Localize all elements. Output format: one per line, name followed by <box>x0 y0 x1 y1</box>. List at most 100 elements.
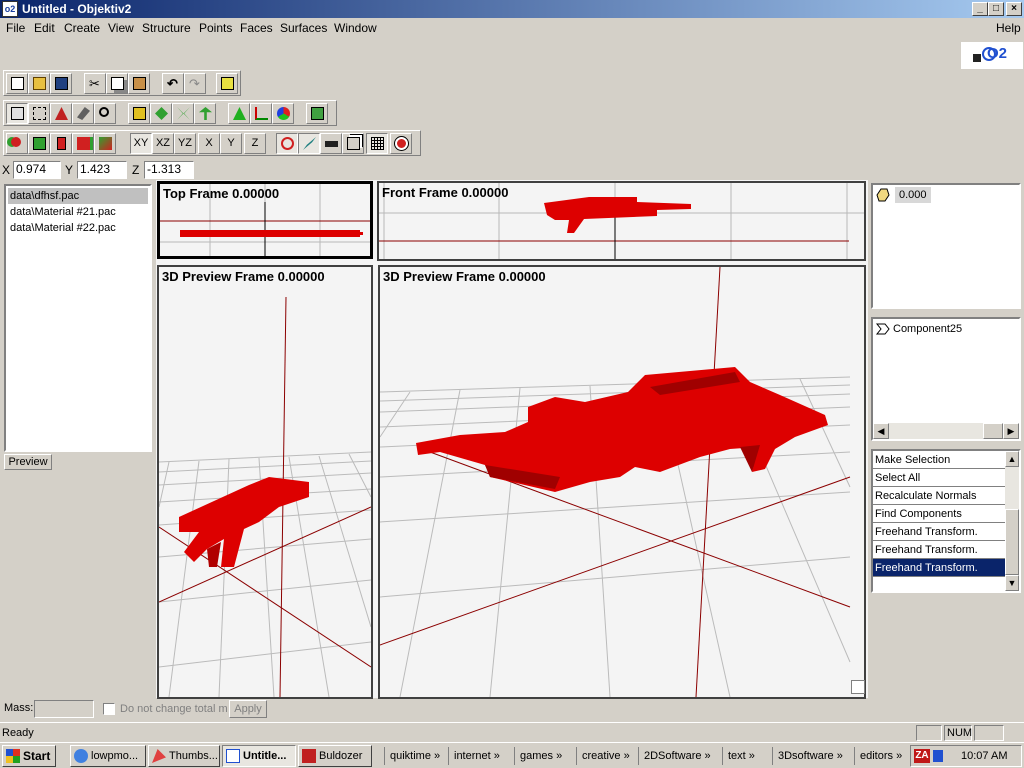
preview-left-viewport[interactable]: 3D Preview Frame 0.00000 <box>157 265 373 699</box>
menu-help[interactable]: Help <box>996 21 1021 35</box>
mass-field[interactable] <box>34 700 94 718</box>
copy-button[interactable] <box>106 73 128 94</box>
start-button[interactable]: Start <box>2 745 56 767</box>
undo-button[interactable]: ↶ <box>162 73 184 94</box>
file-item-1[interactable]: data\Material #21.pac <box>8 204 116 220</box>
history-item-3[interactable]: Find Components <box>873 505 1005 523</box>
menu-points[interactable]: Points <box>199 21 232 35</box>
menu-faces[interactable]: Faces <box>240 21 273 35</box>
toolbar-creative[interactable]: creative » <box>576 747 636 765</box>
task-lowpmo[interactable]: lowpmo... <box>70 745 146 767</box>
toolbar-3dsoftware[interactable]: 3Dsoftware » <box>772 747 852 765</box>
z-coordinate-field[interactable]: -1.313 <box>144 161 194 179</box>
paint-button[interactable] <box>298 133 320 154</box>
menu-surfaces[interactable]: Surfaces <box>280 21 327 35</box>
maximize-button[interactable]: □ <box>988 2 1004 16</box>
lod-list[interactable]: 0.000 <box>871 183 1021 309</box>
history-scroll-up[interactable]: ▲ <box>1005 451 1019 467</box>
history-item-6-selected[interactable]: Freehand Transform. <box>873 559 1005 577</box>
toolbar-text[interactable]: text » <box>722 747 770 765</box>
hide-button[interactable] <box>50 133 72 154</box>
history-scroll-thumb[interactable] <box>1005 509 1019 575</box>
redo-button[interactable]: ↷ <box>184 73 206 94</box>
component-list[interactable]: Component25 ◀ ▶ <box>871 317 1021 441</box>
task-untitled[interactable]: Untitle... <box>222 745 296 767</box>
preview-main-viewport[interactable]: 3D Preview Frame 0.00000 <box>378 265 866 699</box>
toolbar-internet[interactable]: internet » <box>448 747 512 765</box>
front-frame-viewport[interactable]: Front Frame 0.00000 <box>377 181 866 261</box>
view-xz-button[interactable]: XZ <box>152 133 174 154</box>
select-tool-button[interactable] <box>6 103 28 124</box>
file-list[interactable]: data\dfhsf.pac data\Material #21.pac dat… <box>4 184 152 452</box>
mirror-tool-button[interactable] <box>172 103 194 124</box>
snap-button[interactable] <box>390 133 412 154</box>
menu-file[interactable]: File <box>6 21 25 35</box>
grid-tool-button[interactable] <box>306 103 328 124</box>
flat-shade-button[interactable] <box>320 133 342 154</box>
cut-button[interactable]: ✂ <box>84 73 106 94</box>
open-button[interactable] <box>28 73 50 94</box>
view-x-button[interactable]: X <box>198 133 220 154</box>
paste-button[interactable] <box>128 73 150 94</box>
task-thumbs[interactable]: Thumbs... <box>148 745 220 767</box>
lasso-tool-button[interactable] <box>28 103 50 124</box>
scroll-left-button[interactable]: ◀ <box>873 423 889 439</box>
apply-button[interactable]: Apply <box>229 700 267 718</box>
scroll-thumb[interactable] <box>983 423 1003 439</box>
disable-button[interactable] <box>276 133 298 154</box>
menu-create[interactable]: Create <box>64 21 100 35</box>
toolbar-quiktime[interactable]: quiktime » <box>384 747 446 765</box>
menu-edit[interactable]: Edit <box>34 21 55 35</box>
zoom-tool-button[interactable] <box>94 103 116 124</box>
lock-red-button[interactable] <box>6 133 28 154</box>
file-item-2[interactable]: data\Material #22.pac <box>8 220 116 236</box>
lock-green-button[interactable] <box>28 133 50 154</box>
history-item-4[interactable]: Freehand Transform. <box>873 523 1005 541</box>
view-z-button[interactable]: Z <box>244 133 266 154</box>
history-item-1[interactable]: Select All <box>873 469 1005 487</box>
toolbar-editors[interactable]: editors » <box>854 747 910 765</box>
box-button[interactable] <box>342 133 364 154</box>
task-buldozer[interactable]: Buldozer <box>298 745 372 767</box>
scale-tool-button[interactable] <box>194 103 216 124</box>
new-file-button[interactable] <box>6 73 28 94</box>
texture-button[interactable] <box>94 133 116 154</box>
minimize-button[interactable]: _ <box>972 2 988 16</box>
erase-tool-button[interactable] <box>72 103 94 124</box>
history-item-0[interactable]: Make Selection <box>873 451 1005 469</box>
menu-view[interactable]: View <box>108 21 134 35</box>
menu-window[interactable]: Window <box>334 21 377 35</box>
save-button[interactable] <box>50 73 72 94</box>
y-coordinate-field[interactable]: 1.423 <box>77 161 127 179</box>
toolbar-games[interactable]: games » <box>514 747 574 765</box>
history-item-5[interactable]: Freehand Transform. <box>873 541 1005 559</box>
o2-app-icon[interactable]: o2 <box>2 1 18 17</box>
history-list[interactable]: Make Selection Select All Recalculate No… <box>871 449 1021 593</box>
zonealarm-icon[interactable]: ZA <box>914 749 930 763</box>
lod-item[interactable]: 0.000 <box>895 187 931 203</box>
view-yz-button[interactable]: YZ <box>174 133 196 154</box>
x-coordinate-field[interactable]: 0.974 <box>13 161 61 179</box>
face-select-button[interactable] <box>50 103 72 124</box>
view-y-button[interactable]: Y <box>220 133 242 154</box>
preview-button[interactable]: Preview <box>4 454 52 470</box>
view-button[interactable] <box>216 73 238 94</box>
keep-mass-checkbox[interactable] <box>103 703 115 715</box>
component-item[interactable]: Component25 <box>891 321 962 337</box>
color-tool-button[interactable] <box>272 103 294 124</box>
menu-structure[interactable]: Structure <box>142 21 191 35</box>
scroll-right-button[interactable]: ▶ <box>1003 423 1019 439</box>
rotate-tool-button[interactable] <box>150 103 172 124</box>
view-xy-button[interactable]: XY <box>130 133 152 154</box>
top-frame-viewport[interactable]: Top Frame 0.00000 <box>157 181 373 259</box>
file-item-0[interactable]: data\dfhsf.pac <box>8 188 148 204</box>
axis-tool-button[interactable] <box>250 103 272 124</box>
unhide-button[interactable] <box>72 133 94 154</box>
triangle-tool-button[interactable] <box>228 103 250 124</box>
history-scroll-down[interactable]: ▼ <box>1005 575 1019 591</box>
move-tool-button[interactable] <box>128 103 150 124</box>
grid-toggle-button[interactable] <box>366 133 388 154</box>
tray-network-icon[interactable] <box>933 750 943 762</box>
history-item-2[interactable]: Recalculate Normals <box>873 487 1005 505</box>
close-button[interactable]: × <box>1006 2 1022 16</box>
